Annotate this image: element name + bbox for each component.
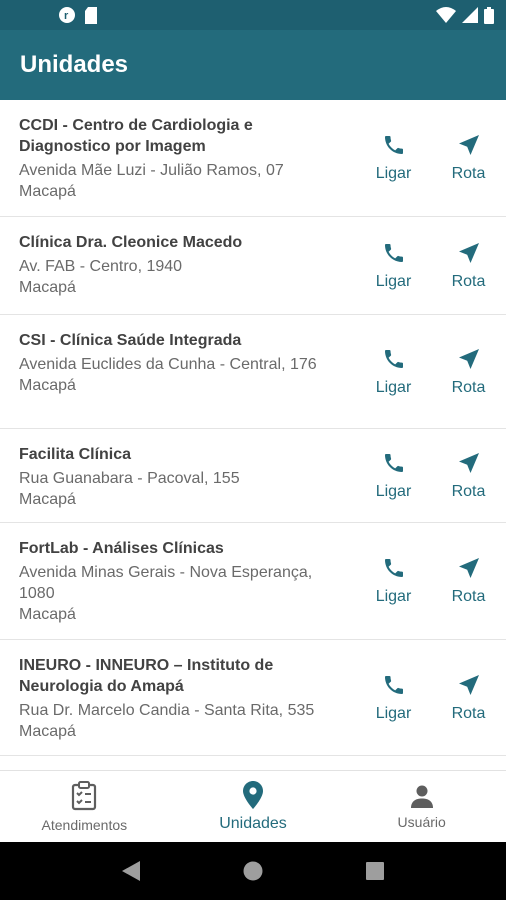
- nav-item-atendimentos[interactable]: Atendimentos: [0, 771, 169, 842]
- unit-info: CSI - Clínica Saúde Integrada Avenida Euc…: [19, 330, 339, 396]
- app-bar: Unidades: [0, 30, 506, 100]
- unit-actions: Ligar Rota: [356, 315, 506, 428]
- route-button[interactable]: Rota: [431, 556, 506, 606]
- list-item[interactable]: Clínica Dra. Cleonice Macedo Av. FAB - Ce…: [0, 217, 506, 315]
- route-button[interactable]: Rota: [431, 241, 506, 291]
- unit-address: Avenida Mãe Luzi - Julião Ramos, 07 Maca…: [19, 162, 284, 200]
- route-label: Rota: [451, 482, 486, 500]
- phone-icon: [384, 349, 403, 368]
- call-button[interactable]: Ligar: [356, 241, 431, 291]
- call-label: Ligar: [375, 165, 412, 182]
- unit-actions: Ligar Rota: [356, 429, 506, 522]
- location-pin-icon: [243, 780, 263, 809]
- unit-info: Clínica Dra. Cleonice Macedo Av. FAB - Ce…: [19, 232, 339, 298]
- unit-info: CCDI - Centro de Cardiologia e Diagnosti…: [19, 115, 339, 202]
- unit-name: CSI - Clínica Saúde Integrada: [19, 332, 242, 349]
- route-label: Rota: [451, 165, 486, 182]
- recents-icon[interactable]: [366, 862, 385, 880]
- call-label: Ligar: [375, 378, 412, 396]
- nav-item-unidades[interactable]: Unidades: [169, 771, 338, 842]
- unit-info: FortLab - Análises Clínicas Avenida Minas…: [19, 538, 339, 625]
- person-icon: [410, 785, 433, 808]
- phone-icon: [384, 453, 403, 472]
- system-navigation: [0, 842, 506, 900]
- call-label: Ligar: [375, 482, 412, 500]
- route-button[interactable]: Rota: [431, 133, 506, 183]
- unit-list[interactable]: CCDI - Centro de Cardiologia e Diagnosti…: [0, 100, 506, 770]
- bottom-navigation: Atendimentos Unidades Usuário: [0, 770, 506, 842]
- list-item[interactable]: Facilita Clínica Rua Guanabara - Pacoval,…: [0, 429, 506, 523]
- unit-info: Facilita Clínica Rua Guanabara - Pacoval,…: [19, 444, 339, 510]
- call-label: Ligar: [375, 704, 412, 722]
- unit-actions: Ligar Rota: [356, 640, 506, 755]
- unit-actions: Ligar Rota: [356, 523, 506, 639]
- navigation-icon: [458, 452, 479, 473]
- unit-actions: Ligar Rota: [356, 217, 506, 314]
- unit-name: Facilita Clínica: [19, 446, 132, 463]
- unit-name: CCDI - Centro de Cardiologia e Diagnosti…: [19, 117, 253, 155]
- route-button[interactable]: Rota: [431, 673, 506, 723]
- phone-icon: [384, 559, 403, 577]
- nav-item-usuario[interactable]: Usuário: [337, 771, 506, 842]
- unit-address: Rua Dr. Marcelo Candia - Santa Rita, 535…: [19, 702, 315, 740]
- list-item[interactable]: INEURO - INNEURO – Instituto de Neurolog…: [0, 640, 506, 756]
- call-button[interactable]: Ligar: [356, 133, 431, 183]
- nav-label-usuario: Usuário: [397, 813, 446, 830]
- phone-icon: [384, 675, 403, 694]
- route-label: Rota: [451, 588, 486, 605]
- unit-address: Av. FAB - Centro, 1940 Macapá: [19, 258, 183, 296]
- call-label: Ligar: [375, 588, 412, 605]
- phone-icon: [384, 136, 403, 154]
- route-button[interactable]: Rota: [431, 347, 506, 397]
- clipboard-icon: [72, 780, 97, 810]
- unit-address: Rua Guanabara - Pacoval, 155 Macapá: [19, 470, 240, 508]
- route-label: Rota: [451, 272, 486, 290]
- back-icon[interactable]: [121, 861, 140, 881]
- call-button[interactable]: Ligar: [356, 556, 431, 606]
- app-notification-icon: r: [59, 7, 75, 23]
- list-item[interactable]: CSI - Clínica Saúde Integrada Avenida Euc…: [0, 315, 506, 429]
- unit-address: Avenida Minas Gerais - Nova Esperança, 1…: [19, 564, 313, 623]
- call-button[interactable]: Ligar: [356, 347, 431, 397]
- route-button[interactable]: Rota: [431, 451, 506, 501]
- sd-card-icon: [85, 6, 97, 24]
- call-button[interactable]: Ligar: [356, 451, 431, 501]
- navigation-icon: [458, 242, 479, 263]
- wifi-icon: [436, 7, 456, 23]
- unit-name: Clínica Dra. Cleonice Macedo: [19, 234, 243, 251]
- page-title: Unidades: [20, 51, 129, 78]
- navigation-icon: [458, 135, 479, 155]
- route-label: Rota: [451, 704, 486, 722]
- navigation-icon: [458, 558, 479, 578]
- nav-label-unidades: Unidades: [219, 814, 287, 832]
- list-item[interactable]: CCDI - Centro de Cardiologia e Diagnosti…: [0, 100, 506, 217]
- navigation-icon: [458, 348, 479, 369]
- route-label: Rota: [451, 378, 486, 396]
- home-icon[interactable]: [243, 861, 263, 881]
- unit-name: FortLab - Análises Clínicas: [19, 540, 224, 557]
- phone-icon: [384, 243, 403, 262]
- navigation-icon: [458, 674, 479, 695]
- call-button[interactable]: Ligar: [356, 673, 431, 723]
- list-item[interactable]: FortLab - Análises Clínicas Avenida Minas…: [0, 523, 506, 640]
- unit-address: Avenida Euclides da Cunha - Central, 176…: [19, 356, 317, 394]
- call-label: Ligar: [375, 272, 412, 290]
- unit-name: INEURO - INNEURO – Instituto de Neurolog…: [19, 657, 274, 695]
- status-bar: r: [0, 0, 506, 30]
- unit-info: INEURO - INNEURO – Instituto de Neurolog…: [19, 655, 339, 742]
- svg-text:r: r: [64, 10, 69, 22]
- battery-icon: [484, 6, 494, 24]
- nav-label-atendimentos: Atendimentos: [41, 816, 128, 833]
- unit-actions: Ligar Rota: [356, 100, 506, 216]
- signal-icon: [462, 7, 478, 23]
